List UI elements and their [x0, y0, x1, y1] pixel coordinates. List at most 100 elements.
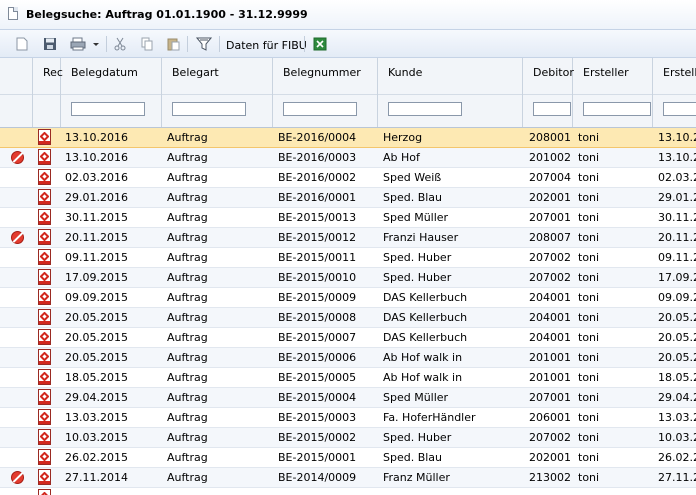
pdf-icon[interactable] — [38, 369, 51, 385]
copy-button[interactable] — [139, 34, 155, 54]
pdf-icon[interactable] — [38, 149, 51, 165]
pdf-icon[interactable] — [38, 329, 51, 345]
pdf-icon[interactable] — [38, 409, 51, 425]
pdf-icon[interactable] — [38, 309, 51, 325]
table-row[interactable]: 17.09.2015 Auftrag BE-2015/0010 Sped. Huber… — [0, 268, 696, 288]
column-header-status[interactable] — [0, 58, 33, 127]
cell-ersteller — [578, 488, 651, 495]
cell-datum: 02.03.2016 — [65, 171, 128, 184]
new-document-button[interactable] — [14, 34, 30, 54]
cell-art: Auftrag — [167, 351, 208, 364]
table-row[interactable]: 18.05.2015 Auftrag BE-2015/0005 Ab Hof walk… — [0, 368, 696, 388]
pdf-icon[interactable] — [38, 269, 51, 285]
belegdatum-filter-input[interactable] — [71, 102, 145, 116]
pdf-icon[interactable] — [38, 169, 51, 185]
cell-datum: 09.09.2015 — [65, 291, 128, 304]
pdf-icon[interactable] — [38, 249, 51, 265]
cell-nummer: BE-2016/0002 — [278, 171, 357, 184]
cell-kunde: DAS Kellerbuch — [383, 291, 468, 304]
column-header-kunde[interactable]: Kunde — [378, 58, 523, 127]
cell-debitor: 208007 — [529, 231, 571, 244]
table-row[interactable]: 13.10.2016 Auftrag BE-2016/0004 Herzog 20800… — [0, 128, 696, 148]
cell-erstell: 20.05.20 — [658, 311, 696, 324]
copy-icon — [141, 37, 152, 51]
column-header-erstellt[interactable]: Erstell — [653, 58, 696, 127]
pdf-icon[interactable] — [38, 349, 51, 365]
belegnummer-filter-input[interactable] — [283, 102, 357, 116]
table-row[interactable]: 20.05.2015 Auftrag BE-2015/0008 DAS Kellerb… — [0, 308, 696, 328]
debitor-filter-input[interactable] — [533, 102, 571, 116]
cell-debitor: 204001 — [529, 311, 571, 324]
table-row[interactable]: 13.10.2016 Auftrag BE-2016/0003 Ab Hof 20100… — [0, 148, 696, 168]
pdf-icon[interactable] — [38, 449, 51, 465]
table-row[interactable]: 02.03.2016 Auftrag BE-2016/0002 Sped Weiß 20… — [0, 168, 696, 188]
paste-button[interactable] — [165, 34, 181, 54]
table-row[interactable]: 10.03.2015 Auftrag BE-2015/0002 Sped. Huber… — [0, 428, 696, 448]
pdf-icon[interactable] — [38, 429, 51, 445]
fibu-data-button[interactable]: Daten für FIBU — [226, 39, 307, 52]
cell-datum — [65, 488, 160, 495]
table-row[interactable]: 27.11.2014 Auftrag BE-2014/0009 Franz Mülle… — [0, 468, 696, 488]
table-row[interactable]: 20.05.2015 Auftrag BE-2015/0007 DAS Kellerb… — [0, 328, 696, 348]
ersteller-filter-input[interactable] — [583, 102, 651, 116]
cell-erstell: 26.02.20 — [658, 451, 696, 464]
pdf-icon[interactable] — [38, 229, 51, 245]
table-row[interactable]: 29.01.2016 Auftrag BE-2016/0001 Sped. Blau 2… — [0, 188, 696, 208]
cell-ersteller: toni — [578, 351, 600, 364]
table-row[interactable]: 20.11.2015 Auftrag BE-2015/0012 Franzi Haus… — [0, 228, 696, 248]
window-titlebar: Belegsuche: Auftrag 01.01.1900 - 31.12.9… — [0, 0, 696, 30]
cell-erstell: 10.03.20 — [658, 431, 696, 444]
filter-icon — [196, 37, 212, 51]
pdf-icon[interactable] — [38, 129, 51, 145]
cell-kunde: Franz Müller — [383, 471, 450, 484]
excel-export-button[interactable] — [311, 34, 329, 54]
table-row[interactable]: 30.11.2015 Auftrag BE-2015/0013 Sped Müller… — [0, 208, 696, 228]
cell-nummer — [278, 488, 376, 495]
kunde-filter-input[interactable] — [388, 102, 462, 116]
pdf-icon[interactable] — [38, 469, 51, 485]
pdf-icon[interactable] — [38, 189, 51, 205]
print-button[interactable] — [67, 34, 103, 54]
column-header-belegart[interactable]: Belegart — [162, 58, 273, 127]
column-label: Rec — [43, 66, 63, 79]
pdf-icon[interactable] — [38, 489, 51, 495]
cell-datum: 29.01.2016 — [65, 191, 128, 204]
cut-button[interactable] — [112, 34, 128, 54]
cell-kunde: Herzog — [383, 131, 423, 144]
column-header-belegnummer[interactable]: Belegnummer — [273, 58, 378, 127]
cell-ersteller: toni — [578, 191, 600, 204]
pdf-icon[interactable] — [38, 209, 51, 225]
column-header-ersteller[interactable]: Ersteller — [573, 58, 653, 127]
cell-datum: 20.11.2015 — [65, 231, 128, 244]
save-button[interactable] — [41, 34, 59, 54]
column-header-debitor[interactable]: Debitor — [523, 58, 574, 127]
cell-debitor: 207002 — [529, 271, 571, 284]
table-row[interactable]: 09.11.2015 Auftrag BE-2015/0011 Sped. Huber… — [0, 248, 696, 268]
table-row[interactable] — [0, 488, 696, 495]
table-row[interactable]: 20.05.2015 Auftrag BE-2015/0006 Ab Hof walk… — [0, 348, 696, 368]
cell-nummer: BE-2015/0011 — [278, 251, 357, 264]
cell-nummer: BE-2016/0001 — [278, 191, 357, 204]
erstellt-filter-input[interactable] — [663, 102, 696, 116]
belegart-filter-input[interactable] — [172, 102, 246, 116]
cell-debitor: 204001 — [529, 331, 571, 344]
save-icon — [44, 38, 56, 50]
cell-ersteller: toni — [578, 471, 600, 484]
cell-ersteller: toni — [578, 431, 600, 444]
filter-button[interactable] — [195, 34, 213, 54]
table-row[interactable]: 29.04.2015 Auftrag BE-2015/0004 Sped Müller… — [0, 388, 696, 408]
column-header-rec[interactable]: Rec — [33, 58, 63, 127]
table-row[interactable]: 13.03.2015 Auftrag BE-2015/0003 Fa. HoferHä… — [0, 408, 696, 428]
column-label: Kunde — [388, 66, 423, 79]
cell-art: Auftrag — [167, 371, 208, 384]
table-row[interactable]: 09.09.2015 Auftrag BE-2015/0009 DAS Kellerb… — [0, 288, 696, 308]
cell-debitor: 201001 — [529, 371, 571, 384]
pdf-icon[interactable] — [38, 289, 51, 305]
column-header-belegdatum[interactable]: Belegdatum — [61, 58, 162, 127]
cell-kunde: Sped Weiß — [383, 171, 442, 184]
pdf-icon[interactable] — [38, 389, 51, 405]
cell-art: Auftrag — [167, 291, 208, 304]
cell-nummer: BE-2015/0010 — [278, 271, 357, 284]
cell-debitor: 202001 — [529, 191, 571, 204]
table-row[interactable]: 26.02.2015 Auftrag BE-2015/0001 Sped. Blau 2… — [0, 448, 696, 468]
